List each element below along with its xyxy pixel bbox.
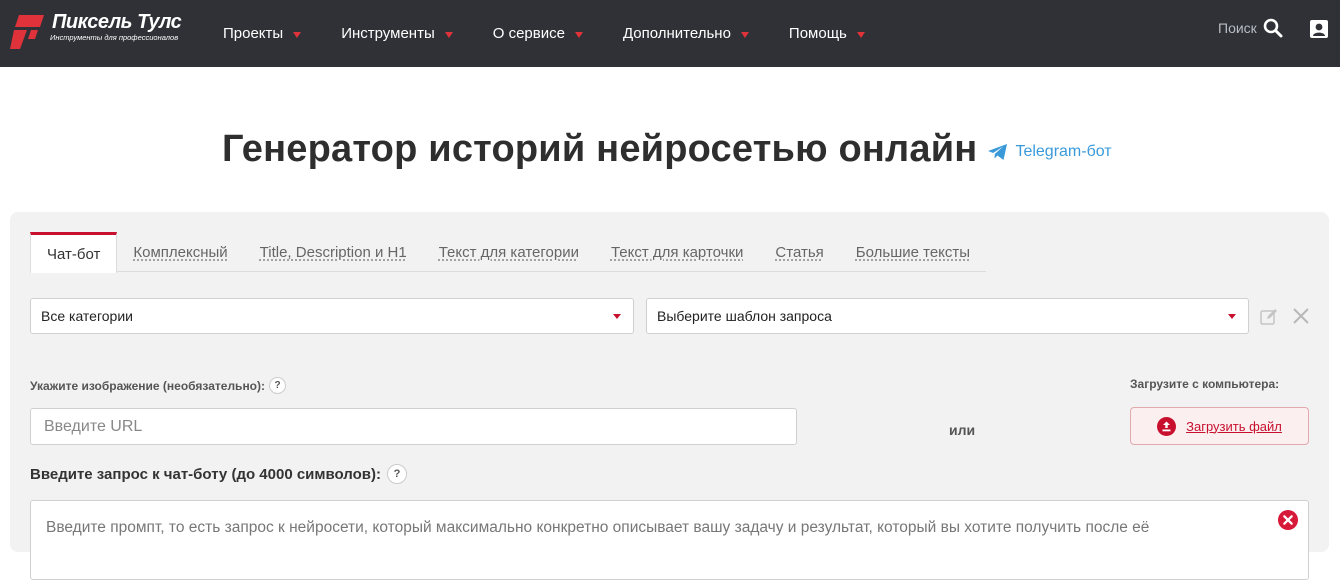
top-navbar: Пиксель Тулс Инструменты для профессиона…: [0, 0, 1340, 67]
nav-item-projects[interactable]: Проекты: [223, 25, 302, 42]
clear-prompt-icon[interactable]: [1278, 510, 1298, 530]
caret-down-icon: [444, 31, 453, 38]
nav-item-label: Дополнительно: [622, 25, 731, 42]
query-label-text: Введите запрос к чат-боту (до 4000 симво…: [30, 465, 382, 483]
main-nav: Проекты Инструменты О сервисе Дополнител…: [223, 0, 905, 67]
template-select[interactable]: Выберите шаблон запроса: [646, 298, 1249, 334]
user-account-icon[interactable]: [1309, 19, 1329, 39]
tab-title-description-h1[interactable]: Title, Description и H1: [244, 232, 423, 272]
tab-category-text[interactable]: Текст для категории: [423, 232, 595, 272]
generator-panel: Чат-бот Комплексный Title, Description и…: [10, 212, 1329, 580]
query-label: Введите запрос к чат-боту (до 4000 симво…: [30, 464, 408, 484]
caret-down-icon: [856, 31, 865, 38]
logo-tagline: Инструменты для профессионалов: [50, 33, 179, 42]
tab-article[interactable]: Статья: [759, 232, 839, 272]
upload-icon: [1157, 416, 1177, 436]
page-header: Генератор историй нейросетью онлайн Tele…: [222, 128, 1112, 171]
prompt-textarea[interactable]: Введите промпт, то есть запрос к нейросе…: [30, 500, 1309, 580]
nav-item-label: О сервисе: [492, 25, 565, 42]
help-icon[interactable]: ?: [269, 377, 287, 394]
upload-file-button[interactable]: Загрузить файл: [1130, 407, 1309, 445]
help-icon[interactable]: ?: [387, 464, 408, 484]
search-label: Поиск: [1218, 20, 1257, 36]
logo[interactable]: Пиксель Тулс Инструменты для профессиона…: [10, 11, 190, 51]
template-select-value: Выберите шаблон запроса: [657, 308, 832, 324]
nav-item-label: Инструменты: [341, 25, 435, 42]
nav-item-label: Помощь: [788, 25, 847, 42]
or-separator: или: [949, 422, 976, 438]
tab-chatbot[interactable]: Чат-бот: [30, 232, 118, 273]
dropdown-arrow-icon: [613, 314, 621, 319]
search-button[interactable]: Поиск: [1218, 18, 1283, 38]
category-select-value: Все категории: [41, 308, 133, 324]
tab-long-texts[interactable]: Большие тексты: [840, 232, 986, 272]
page-title: Генератор историй нейросетью онлайн: [222, 128, 978, 170]
image-url-input[interactable]: Введите URL: [30, 408, 797, 445]
tab-product-card-text[interactable]: Текст для карточки: [595, 232, 759, 272]
telegram-link-label: Telegram-бот: [1015, 143, 1112, 160]
nav-item-label: Проекты: [223, 25, 284, 42]
caret-down-icon: [574, 31, 583, 38]
caret-down-icon: [740, 31, 749, 38]
nav-item-about[interactable]: О сервисе: [493, 25, 583, 42]
telegram-icon: [988, 144, 1008, 160]
logo-name: Пиксель Тулс: [52, 11, 182, 33]
search-icon: [1263, 18, 1283, 38]
mode-tabs: Чат-бот Комплексный Title, Description и…: [30, 232, 987, 273]
nav-item-tools[interactable]: Инструменты: [341, 25, 453, 42]
tab-complex[interactable]: Комплексный: [117, 232, 243, 272]
upload-label: Загрузите с компьютера:: [1130, 377, 1280, 391]
telegram-bot-link[interactable]: Telegram-бот: [987, 143, 1112, 161]
image-label-text: Укажите изображение (необязательно):: [30, 378, 266, 393]
category-select[interactable]: Все категории: [30, 298, 634, 334]
nav-item-help[interactable]: Помощь: [789, 25, 865, 42]
caret-down-icon: [293, 31, 302, 38]
edit-template-icon[interactable]: [1260, 308, 1278, 326]
close-icon[interactable]: [1293, 308, 1309, 324]
nav-item-extra[interactable]: Дополнительно: [623, 25, 749, 42]
logo-mark-icon: [10, 15, 44, 49]
image-label: Укажите изображение (необязательно): ?: [30, 377, 287, 394]
dropdown-arrow-icon: [1228, 314, 1236, 319]
upload-button-label: Загрузить файл: [1186, 418, 1282, 434]
